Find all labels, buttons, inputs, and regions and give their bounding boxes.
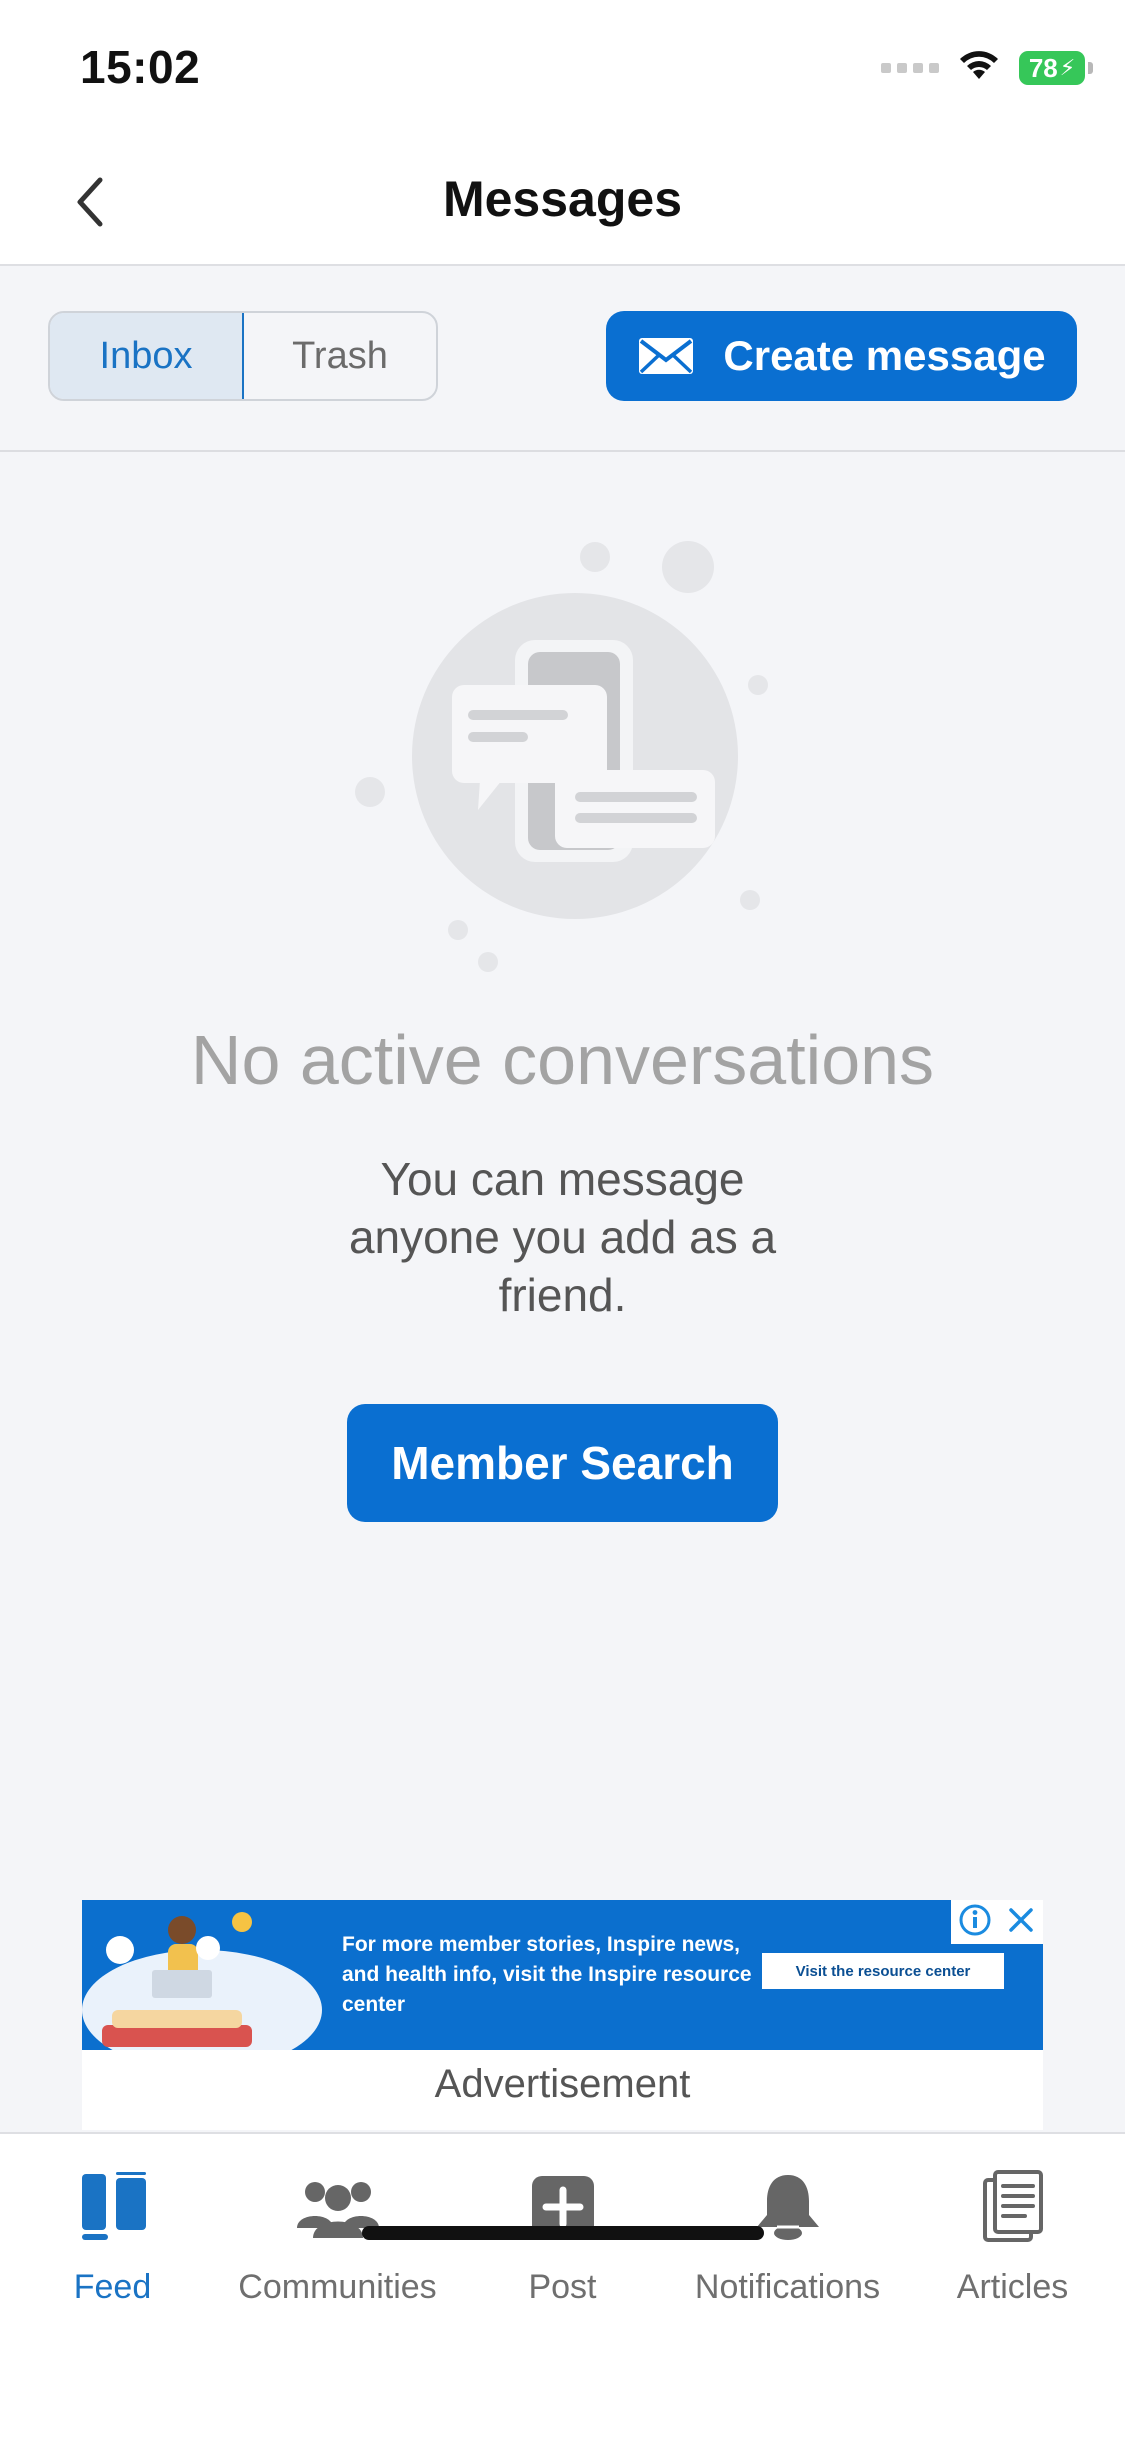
- status-time: 15:02: [80, 41, 201, 93]
- tab-communities-label: Communities: [238, 2268, 437, 2306]
- ad-label: Advertisement: [434, 2062, 691, 2106]
- home-indicator[interactable]: [362, 2226, 764, 2240]
- empty-state-title: No active conversations: [190, 1021, 935, 1099]
- create-message-label: Create message: [723, 332, 1046, 379]
- page-title: Messages: [442, 171, 683, 227]
- status-bar: 15:02 78 ⚡: [0, 0, 1125, 140]
- mailbox-segmented-control: Inbox Trash: [48, 311, 438, 401]
- battery-level: 78: [1028, 52, 1058, 83]
- status-indicators: 78 ⚡: [881, 44, 1093, 92]
- battery-indicator: 78 ⚡: [1019, 51, 1093, 85]
- nav-header: Messages: [0, 140, 1125, 266]
- create-message-button[interactable]: Create message: [606, 311, 1077, 401]
- ad-info-icon[interactable]: [958, 1903, 992, 1942]
- tab-notifications-label: Notifications: [694, 2268, 881, 2306]
- tab-articles-label: Articles: [956, 2268, 1069, 2306]
- member-search-button[interactable]: Member Search: [347, 1404, 778, 1522]
- tab-inbox[interactable]: Inbox: [50, 313, 244, 399]
- ad-cta-button[interactable]: Visit the resource center: [762, 1953, 1004, 1989]
- ad-controls: [951, 1900, 1043, 1944]
- tab-post-label: Post: [528, 2268, 597, 2306]
- tab-feed[interactable]: Feed: [0, 2164, 225, 2324]
- tab-post[interactable]: Post: [450, 2164, 675, 2324]
- feed-icon: [81, 2172, 146, 2240]
- advertisement: For more member stories, Inspire news, a…: [82, 1900, 1043, 2130]
- bottom-tab-bar: Feed Communities Post Notifications Arti…: [0, 2132, 1125, 2438]
- envelope-icon: [639, 338, 694, 374]
- ad-text: For more member stories, Inspire news, a…: [342, 1933, 752, 2016]
- empty-conversations-illustration: [340, 530, 790, 990]
- document-icon: [982, 2170, 1043, 2242]
- wifi-icon: [957, 49, 1001, 88]
- tab-notifications[interactable]: Notifications: [675, 2164, 900, 2324]
- tab-articles[interactable]: Articles: [900, 2164, 1125, 2324]
- tab-feed-label: Feed: [73, 2268, 152, 2306]
- cellular-signal-icon: [881, 63, 939, 73]
- messages-toolbar: Inbox Trash Create message: [0, 266, 1125, 452]
- empty-state-description: You can message anyone you add as a frie…: [348, 1153, 777, 1321]
- ad-banner[interactable]: For more member stories, Inspire news, a…: [82, 1900, 1043, 2050]
- ad-close-icon[interactable]: [1006, 1905, 1036, 1940]
- ad-illustration: [82, 1912, 322, 2050]
- tab-communities[interactable]: Communities: [225, 2164, 450, 2324]
- tab-trash[interactable]: Trash: [244, 313, 436, 399]
